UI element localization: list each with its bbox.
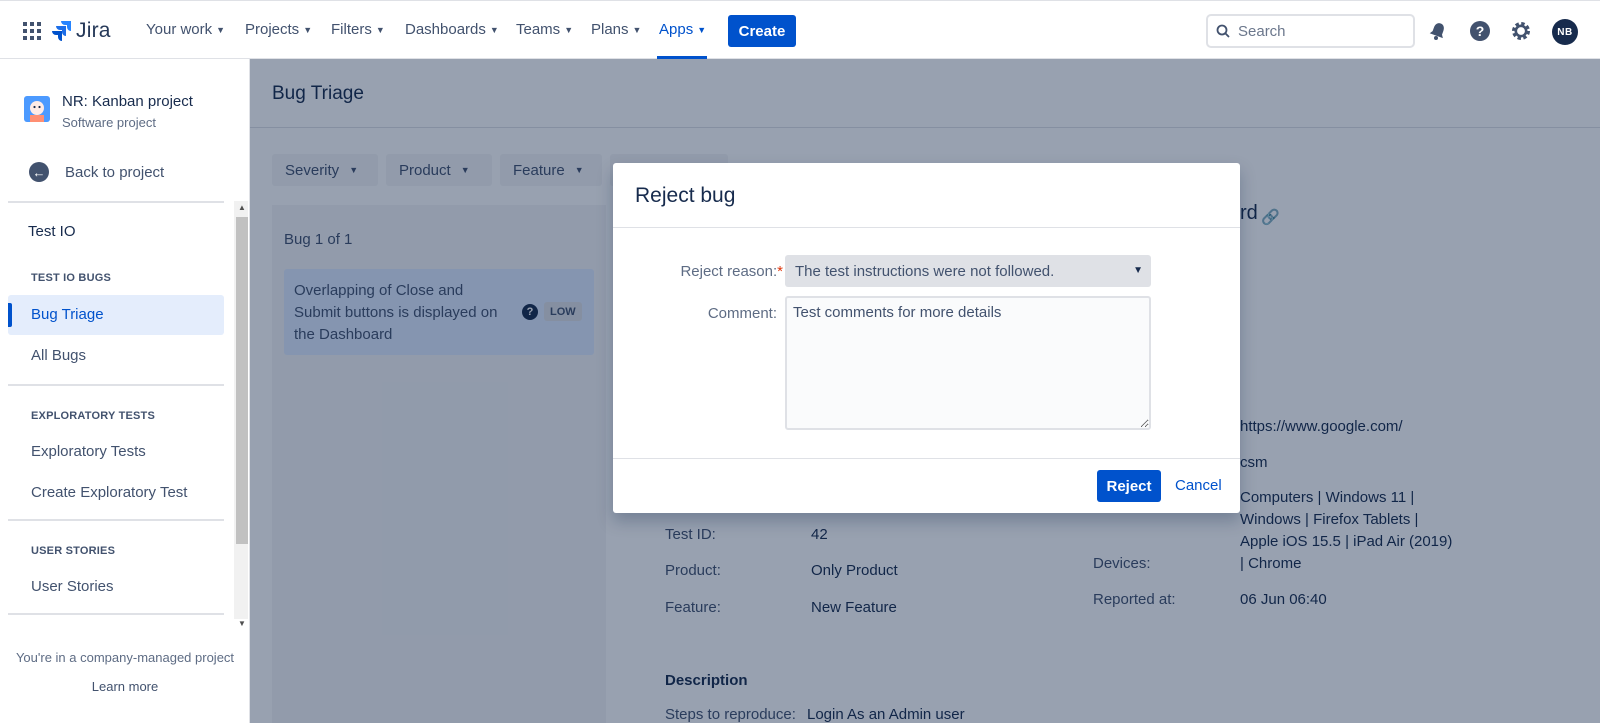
nav-label: Teams (516, 21, 561, 38)
sidebar-active-indicator (8, 303, 12, 327)
reject-reason-select[interactable]: The test instructions were not followed.… (785, 255, 1151, 287)
sidebar-divider (8, 201, 224, 203)
reject-button[interactable]: Reject (1097, 470, 1161, 502)
nav-dashboards[interactable]: Dashboards ▼ (405, 21, 499, 38)
sidebar-divider (8, 519, 224, 521)
section-heading-user-stories: USER STORIES (31, 545, 116, 557)
back-label: Back to project (65, 163, 165, 181)
chevron-down-icon: ▼ (697, 24, 707, 35)
sidebar-item-user-stories[interactable]: User Stories (31, 578, 114, 595)
search-box[interactable] (1206, 14, 1415, 48)
search-input[interactable] (1238, 22, 1398, 40)
reject-bug-dialog: Reject bug Reject reason:* The test inst… (613, 163, 1240, 513)
sidebar-divider (8, 384, 224, 386)
section-heading-exploratory-tests: EXPLORATORY TESTS (31, 410, 156, 422)
top-navigation: Jira Your work ▼ Projects ▼ Filters ▼ Dashb… (0, 0, 1600, 59)
notifications-icon[interactable] (1426, 19, 1450, 43)
chevron-down-icon: ▼ (375, 24, 385, 35)
reject-reason-value: The test instructions were not followed. (795, 262, 1055, 280)
nav-filters[interactable]: Filters ▼ (331, 21, 385, 38)
nav-label: Dashboards (405, 21, 486, 38)
dialog-title: Reject bug (635, 184, 736, 207)
jira-logo-text: Jira (76, 19, 111, 42)
sidebar-item-exploratory-tests[interactable]: Exploratory Tests (31, 443, 146, 460)
sidebar-scrollbar-thumb[interactable] (236, 217, 248, 544)
required-mark: * (777, 263, 783, 280)
nav-label: Your work (146, 21, 213, 38)
nav-label: Apps (659, 21, 694, 38)
nav-label: Filters (331, 21, 372, 38)
dialog-footer-divider (613, 458, 1240, 459)
comment-label: Comment: (707, 305, 777, 322)
chevron-down-icon: ▼ (303, 24, 313, 35)
project-sidebar: NR: Kanban project Software project ← Ba… (0, 59, 250, 723)
section-heading-test-io-bugs: TEST IO BUGS (31, 272, 112, 284)
nav-teams[interactable]: Teams ▼ (516, 21, 573, 38)
nav-plans[interactable]: Plans ▼ (591, 21, 641, 38)
company-managed-note: You're in a company-managed project (15, 650, 235, 665)
chevron-down-icon: ▼ (216, 24, 226, 35)
nav-label: Projects (245, 21, 300, 38)
chevron-down-icon: ▼ (1133, 265, 1143, 276)
jira-logo-icon (52, 21, 71, 41)
dialog-header-divider (613, 227, 1240, 228)
nav-label: Plans (591, 21, 629, 38)
cancel-button[interactable]: Cancel (1175, 477, 1222, 494)
sidebar-divider (8, 613, 224, 615)
search-icon (1216, 24, 1230, 38)
project-type: Software project (62, 115, 156, 130)
create-button[interactable]: Create (728, 15, 796, 47)
comment-textarea[interactable]: Test comments for more details (785, 296, 1151, 430)
back-to-project-link[interactable]: ← Back to project (29, 162, 164, 182)
svg-text:?: ? (1476, 23, 1485, 39)
help-icon[interactable]: ? (1468, 19, 1492, 43)
project-name[interactable]: NR: Kanban project (62, 93, 193, 110)
reject-reason-label-text: Reject reason: (680, 263, 778, 280)
app-switcher-icon[interactable] (23, 22, 41, 40)
project-avatar-icon (24, 96, 50, 122)
learn-more-link[interactable]: Learn more (0, 679, 250, 694)
user-avatar[interactable]: NB (1552, 19, 1578, 45)
arrow-left-icon: ← (29, 162, 49, 182)
sidebar-item-create-exploratory-test[interactable]: Create Exploratory Test (31, 484, 187, 501)
chevron-down-icon: ▼ (632, 24, 642, 35)
settings-gear-icon[interactable] (1509, 19, 1533, 43)
chevron-down-icon: ▼ (489, 24, 499, 35)
sidebar-item-bug-triage[interactable]: Bug Triage (31, 306, 104, 323)
nav-apps[interactable]: Apps ▼ (659, 21, 706, 38)
app-name: Test IO (28, 223, 76, 240)
chevron-down-icon: ▼ (564, 24, 574, 35)
scroll-up-arrow-icon[interactable]: ▲ (236, 203, 248, 212)
nav-projects[interactable]: Projects ▼ (245, 21, 312, 38)
sidebar-item-all-bugs[interactable]: All Bugs (31, 347, 86, 364)
scroll-down-arrow-icon[interactable]: ▼ (236, 619, 248, 628)
nav-your-work[interactable]: Your work ▼ (146, 21, 225, 38)
jira-logo[interactable]: Jira (52, 18, 111, 44)
reject-reason-label: Reject reason:* (613, 263, 783, 280)
